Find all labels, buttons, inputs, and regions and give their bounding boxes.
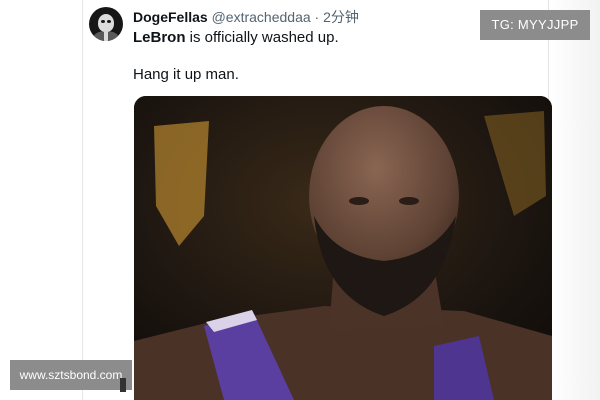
author-handle[interactable]: @extracheddaa (212, 9, 311, 25)
timestamp[interactable]: 2分钟 (323, 9, 359, 25)
screenshot-canvas: DogeFellas @extracheddaa · 2分钟 LeBron is… (0, 0, 600, 400)
tweet-text-line-1: LeBron is officially washed up. (133, 29, 339, 47)
left-margin (0, 0, 82, 400)
eye-right-shape (399, 197, 419, 205)
watermark-telegram: TG: MYYJJPP (480, 10, 590, 40)
tweet-text-rest: is officially washed up. (185, 29, 339, 46)
tweet-text-line-2: Hang it up man. (133, 66, 239, 83)
eye-left-shape (349, 197, 369, 205)
timeline-left-border (82, 0, 83, 400)
avatar-eye-right (107, 20, 111, 23)
tweet-header: DogeFellas @extracheddaa · 2分钟 (133, 9, 359, 25)
stray-mark (120, 378, 126, 392)
avatar-face-shape (98, 14, 114, 32)
avatar-eye-left (101, 20, 105, 23)
display-name[interactable]: DogeFellas (133, 9, 208, 25)
tweet-text-bold: LeBron (133, 29, 186, 46)
tweet-media-image[interactable] (134, 96, 552, 400)
header-separator: · (314, 9, 320, 25)
avatar-tie (104, 32, 108, 41)
photo-of-basketball-player-icon (134, 96, 552, 400)
watermark-url: www.sztsbond.com (10, 360, 132, 390)
right-margin (548, 0, 600, 400)
avatar[interactable] (89, 7, 123, 41)
